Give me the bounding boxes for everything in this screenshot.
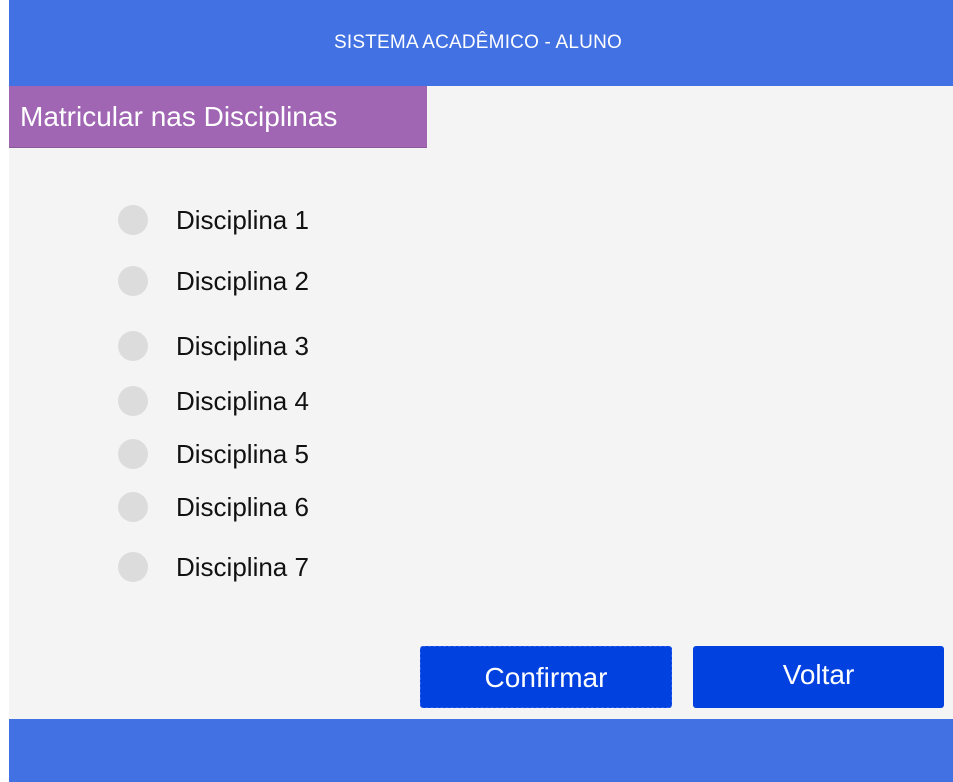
discipline-label: Disciplina 1: [176, 204, 309, 235]
radio-unselected-icon[interactable]: [118, 386, 148, 416]
discipline-option-2[interactable]: Disciplina 2: [118, 261, 309, 301]
discipline-option-7[interactable]: Disciplina 7: [118, 547, 309, 587]
discipline-label: Disciplina 6: [176, 491, 309, 522]
radio-unselected-icon[interactable]: [118, 492, 148, 522]
section-title: Matricular nas Disciplinas: [20, 100, 338, 132]
app-frame: SISTEMA ACADÊMICO - ALUNO Matricular nas…: [9, 0, 953, 782]
header-bar: SISTEMA ACADÊMICO - ALUNO: [9, 0, 953, 86]
discipline-option-5[interactable]: Disciplina 5: [118, 434, 309, 474]
radio-unselected-icon[interactable]: [118, 266, 148, 296]
discipline-label: Disciplina 3: [176, 330, 309, 361]
radio-unselected-icon[interactable]: [118, 331, 148, 361]
discipline-label: Disciplina 7: [176, 551, 309, 582]
discipline-label: Disciplina 4: [176, 385, 309, 416]
discipline-label: Disciplina 5: [176, 438, 309, 469]
radio-unselected-icon[interactable]: [118, 439, 148, 469]
app-title: SISTEMA ACADÊMICO - ALUNO: [334, 32, 622, 53]
confirm-button[interactable]: Confirmar: [420, 646, 672, 708]
discipline-option-1[interactable]: Disciplina 1: [118, 200, 309, 240]
discipline-label: Disciplina 2: [176, 265, 309, 296]
radio-unselected-icon[interactable]: [118, 552, 148, 582]
section-tab: Matricular nas Disciplinas: [9, 86, 427, 148]
footer-bar: [9, 719, 953, 782]
back-button[interactable]: Voltar: [693, 646, 944, 708]
discipline-option-3[interactable]: Disciplina 3: [118, 326, 309, 366]
discipline-option-4[interactable]: Disciplina 4: [118, 381, 309, 421]
discipline-option-6[interactable]: Disciplina 6: [118, 487, 309, 527]
radio-unselected-icon[interactable]: [118, 205, 148, 235]
